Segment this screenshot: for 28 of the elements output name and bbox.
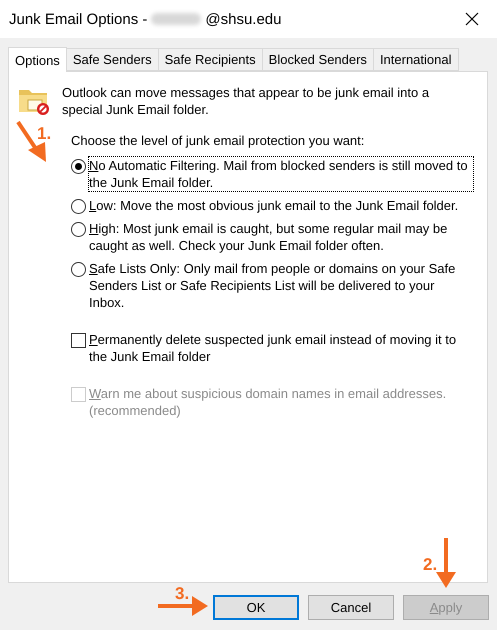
step-number: 2. [423,555,438,575]
dialog-button[interactable]: Cancel [308,595,394,620]
window-title: @shsu.edu [205,10,282,28]
arrow-icon [16,120,48,164]
window-title: Junk Email Options - [9,10,148,28]
radio-button[interactable] [71,159,86,174]
checkbox-label[interactable]: Permanently delete suspected junk email instead of moving it to the Junk Email folder [89,331,473,365]
radio-label[interactable]: Safe Lists Only: Only mail from people or domains on your Safe Senders List or Safe Recipients List will be delivered to your Inbox. [89,260,473,311]
tab[interactable]: Safe Recipients [158,48,263,71]
radio-button[interactable] [71,222,86,237]
step-number: 3. [175,584,190,604]
dialog-button[interactable]: OK [213,595,299,620]
tab[interactable]: International [372,48,458,71]
step-number: 1. [37,124,52,144]
prompt-text: Choose the level of junk email protection you want: [71,132,366,149]
arrow-icon [436,538,456,588]
radio-button[interactable] [71,262,86,277]
tab[interactable]: Options [8,47,67,72]
radio-label[interactable]: No Automatic Filtering. Mail from blocked senders is still moved to the Junk Email folder. [89,157,473,191]
blurred-mark [151,13,202,25]
radio-label[interactable]: Low: Move the most obvious junk email to the Junk Email folder. [89,197,458,214]
close-icon [465,12,479,26]
radio-button[interactable] [71,199,86,214]
tab[interactable]: Safe Senders [66,48,159,71]
checkbox[interactable] [71,333,86,348]
tab[interactable]: Blocked Senders [262,48,374,71]
intro-text: Outlook can move messages that appear to be junk email into a special Junk Email folder. [62,84,430,118]
radio-label[interactable]: High: Most junk email is caught, but some regular mail may be caught as well. Check your Junk Email folder often. [89,220,473,254]
